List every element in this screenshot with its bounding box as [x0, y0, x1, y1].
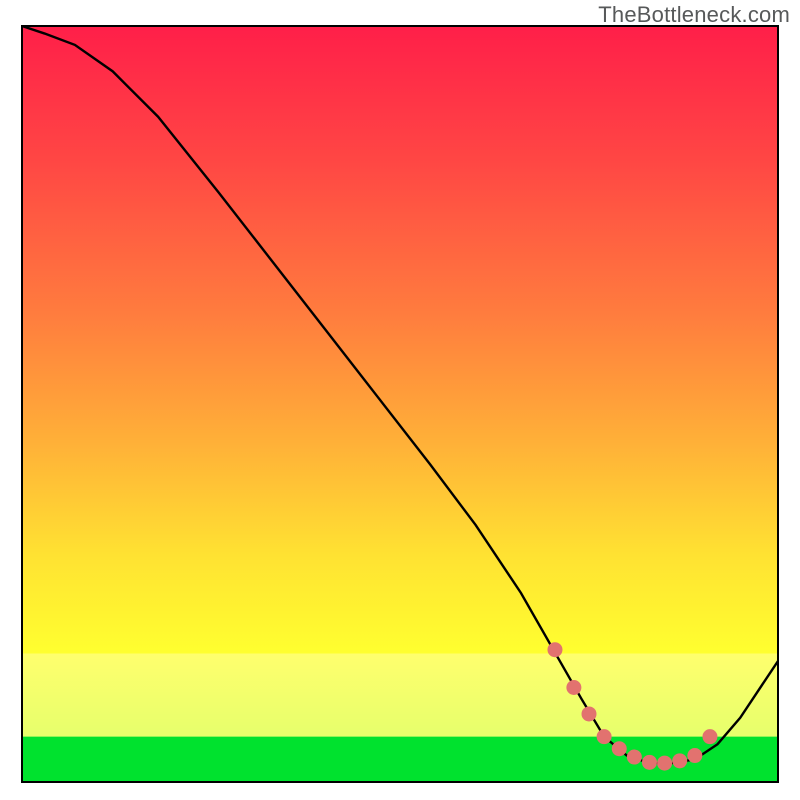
marker-dot	[612, 741, 627, 756]
marker-dot	[582, 706, 597, 721]
plot-area	[22, 26, 778, 782]
marker-dot	[597, 729, 612, 744]
marker-dot	[672, 753, 687, 768]
marker-dot	[566, 680, 581, 695]
marker-dot	[657, 756, 672, 771]
marker-dot	[687, 748, 702, 763]
marker-dot	[642, 755, 657, 770]
bottleneck-chart	[0, 0, 800, 800]
marker-dot	[627, 750, 642, 765]
marker-dot	[547, 642, 562, 657]
marker-dot	[702, 729, 717, 744]
